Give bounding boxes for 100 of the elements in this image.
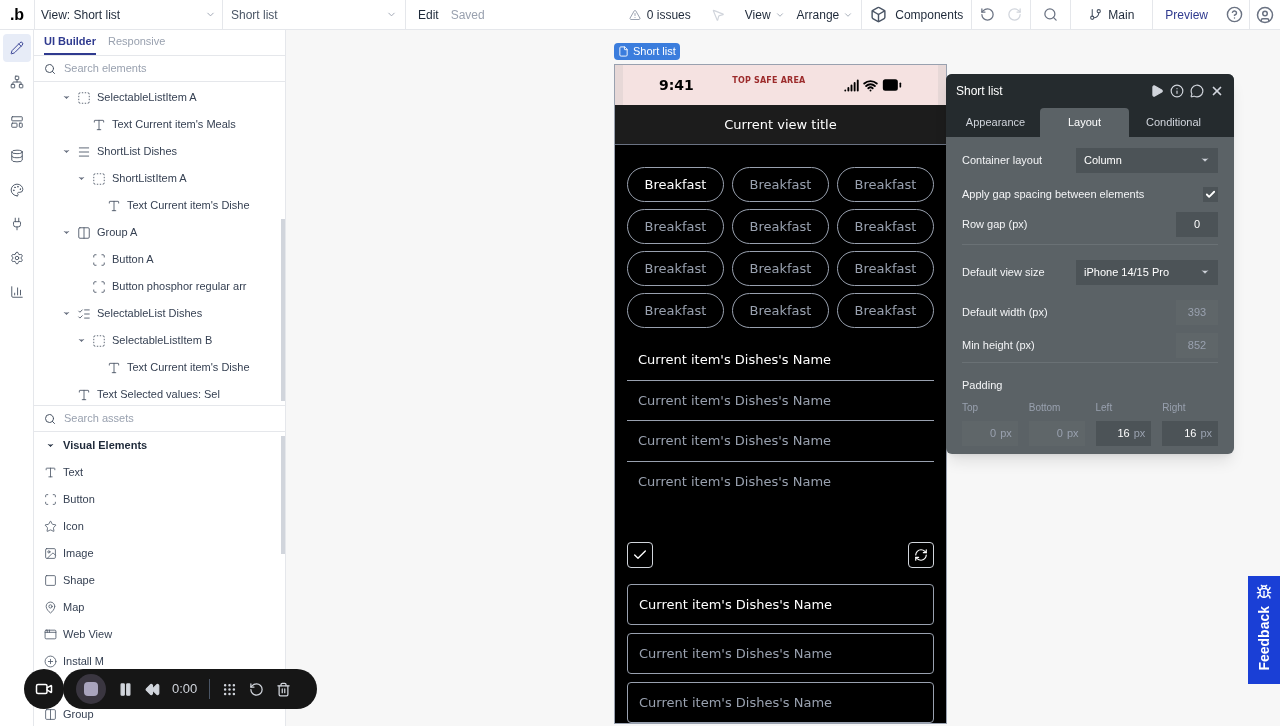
text-type-icon <box>44 466 57 479</box>
grid-icon[interactable] <box>222 681 238 697</box>
asset-item[interactable]: Web View <box>44 626 113 643</box>
issues-button[interactable]: 0 issues <box>628 5 691 24</box>
search-icon <box>44 412 56 425</box>
field-label: Top <box>962 400 980 415</box>
feedback-tab[interactable]: Feedback <box>1248 576 1280 684</box>
comment-icon[interactable] <box>1190 84 1204 98</box>
field-label: Min height (px) <box>962 338 1035 354</box>
edit-menu[interactable]: Edit <box>418 5 439 24</box>
number-field: 852 <box>1176 333 1218 358</box>
text-type-icon <box>107 198 121 213</box>
recording-time: 0:00 <box>172 680 198 699</box>
asset-item[interactable]: Group <box>44 706 94 723</box>
list-item-box[interactable]: Current item's Dishes's Name <box>627 682 934 723</box>
asset-item[interactable]: Image <box>44 545 94 562</box>
tree-item[interactable]: Button phosphor regular arr <box>34 273 281 300</box>
asset-item[interactable]: Button <box>44 491 95 508</box>
reset-icon[interactable] <box>249 681 265 697</box>
wifi-icon <box>863 77 878 93</box>
preview-link[interactable]: Preview <box>1152 0 1220 29</box>
stop-button[interactable] <box>76 674 106 704</box>
pause-icon[interactable] <box>118 681 133 697</box>
tree-item[interactable]: ShortList Dishes <box>34 138 281 165</box>
search-icon[interactable] <box>1043 7 1059 22</box>
avatar-icon[interactable] <box>1256 5 1274 24</box>
play-icon[interactable] <box>1150 84 1164 98</box>
field-label: Apply gap spacing between elements <box>962 186 1145 202</box>
tree-item[interactable]: SelectableList Dishes <box>34 300 281 327</box>
dashed-square-icon <box>92 333 106 348</box>
tree-item[interactable]: Button A <box>34 246 281 273</box>
tree-item[interactable]: Text Current item's Meals <box>34 111 281 138</box>
undo-icon[interactable] <box>980 7 996 22</box>
select-dropdown[interactable]: Column <box>1076 147 1218 173</box>
select-dropdown[interactable]: iPhone 14/15 Pro <box>1076 259 1218 285</box>
arrange-menu[interactable]: Arrange <box>796 5 854 24</box>
asset-item[interactable]: Text <box>44 464 84 481</box>
view-menu[interactable]: View <box>744 5 785 24</box>
branch-icon <box>1089 8 1103 21</box>
list-row[interactable]: Current item's Dishes's Name <box>627 340 934 381</box>
property-tab[interactable]: Conditional <box>1129 108 1218 137</box>
tree-item[interactable]: SelectableListItem A <box>34 84 281 111</box>
trash-icon[interactable] <box>276 681 292 697</box>
button-frame-icon <box>92 279 106 294</box>
dashed-square-icon <box>77 90 91 105</box>
asset-item[interactable]: Shape <box>44 572 95 589</box>
refresh-button[interactable] <box>908 542 934 568</box>
checklist-icon <box>77 306 91 321</box>
tree-item[interactable]: Text Current item's Dishe <box>34 354 281 381</box>
warning-icon <box>628 8 641 21</box>
list-row[interactable]: Current item's Dishes's Name <box>627 461 934 502</box>
panel-tab[interactable]: UI Builder <box>44 32 96 55</box>
close-icon[interactable] <box>1210 84 1224 98</box>
cube-icon <box>870 6 888 23</box>
scrollbar-thumb[interactable] <box>281 436 285 554</box>
plus-circle-icon <box>44 655 57 668</box>
star-icon <box>44 520 57 533</box>
property-tab[interactable]: Appearance <box>951 108 1040 137</box>
asset-item[interactable]: Icon <box>44 518 84 535</box>
number-field[interactable]: 16 px <box>1095 420 1152 446</box>
list-item-box[interactable]: Current item's Dishes's Name <box>627 633 934 674</box>
camera-button[interactable] <box>24 669 64 709</box>
tree-item[interactable]: Text Selected values: Sel <box>34 381 281 408</box>
number-field[interactable]: 0 <box>1176 212 1218 237</box>
list-row[interactable]: Current item's Dishes's Name <box>627 421 934 462</box>
help-icon[interactable] <box>1226 6 1243 23</box>
element-tag[interactable]: Short list <box>614 43 680 60</box>
branch-button[interactable]: Main <box>1070 0 1153 29</box>
category-header[interactable]: Visual Elements <box>34 432 281 459</box>
text-type-icon <box>92 117 106 132</box>
pencil-icon[interactable] <box>2 34 31 62</box>
caret-icon <box>1200 267 1210 277</box>
logo: .b <box>9 4 25 25</box>
asset-item[interactable]: Map <box>44 599 85 616</box>
tree-item[interactable]: ShortListItem A <box>34 165 281 192</box>
components-button[interactable]: Components <box>861 0 972 29</box>
page-dropdown[interactable]: View: Short list <box>34 0 222 29</box>
list-item-box[interactable]: Current item's Dishes's Name <box>627 584 934 625</box>
caret-icon <box>1200 155 1210 165</box>
asset-item[interactable]: Install M <box>44 653 104 670</box>
scrollbar-thumb[interactable] <box>281 219 285 401</box>
signal-icon <box>844 77 859 93</box>
tree-item[interactable]: Text Current item's Dishe <box>34 192 281 219</box>
element-dropdown[interactable]: Short list <box>222 0 405 29</box>
field-label: Default view size <box>962 264 1045 280</box>
info-icon[interactable] <box>1170 84 1184 98</box>
checkbox[interactable] <box>1203 186 1218 202</box>
field-label: Container layout <box>962 152 1043 168</box>
list-row[interactable]: Current item's Dishes's Name <box>627 380 934 421</box>
property-tab[interactable]: Layout <box>1040 108 1129 137</box>
tree-item[interactable]: SelectableListItem B <box>34 327 281 354</box>
button-frame-icon <box>92 252 106 267</box>
section-label: Padding <box>962 378 1004 393</box>
checkbox-button[interactable] <box>627 542 653 568</box>
field-label: Right <box>1162 400 1187 415</box>
bug-icon <box>1256 584 1272 600</box>
search-icon <box>44 62 56 75</box>
number-field[interactable]: 16 px <box>1162 420 1218 446</box>
rewind-icon[interactable] <box>145 681 160 697</box>
tree-item[interactable]: Group A <box>34 219 281 246</box>
